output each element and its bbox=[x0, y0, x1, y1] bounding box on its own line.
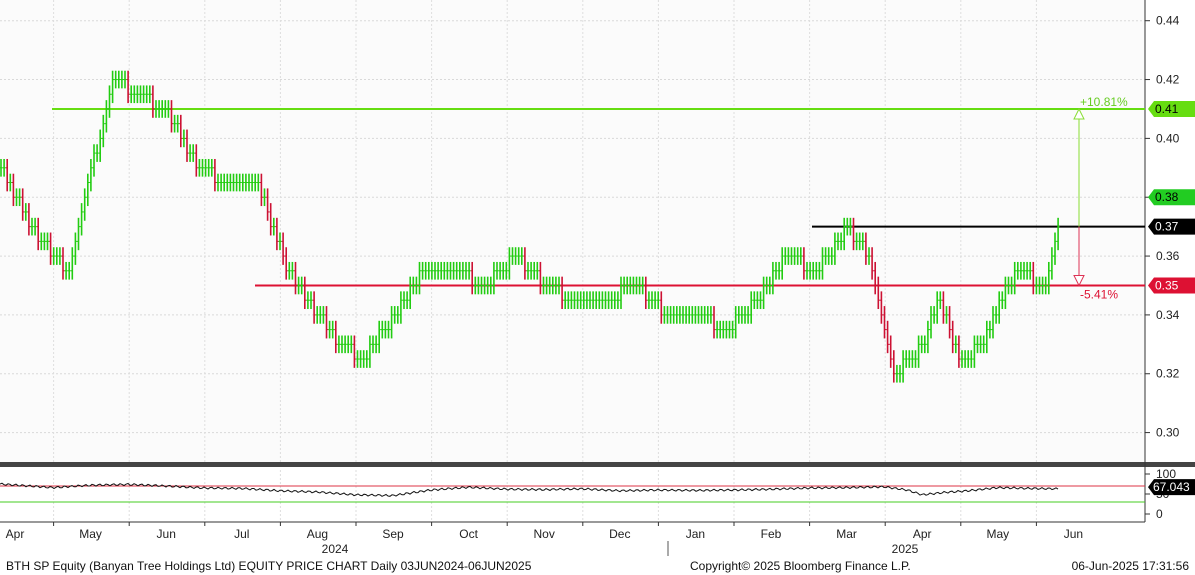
month-tick-label: Dec bbox=[609, 527, 630, 541]
price-tick-label: 0.42 bbox=[1156, 73, 1180, 87]
month-tick-label: Jul bbox=[234, 527, 249, 541]
last-price-tag: 0.38 bbox=[1155, 190, 1179, 204]
price-tick-label: 0.30 bbox=[1156, 426, 1180, 440]
timestamp-text: 06-Jun-2025 17:31:56 bbox=[1072, 559, 1190, 573]
price-tick-label: 0.44 bbox=[1156, 14, 1180, 28]
price-tick-label: 0.40 bbox=[1156, 131, 1180, 145]
price-chart: +10.81% -5.41% 0.44 0.42 0.40 0.38 0.36 0.34 0.… bbox=[0, 0, 1195, 573]
price-tick-label: 0.34 bbox=[1156, 308, 1180, 322]
month-tick-label: Oct bbox=[459, 527, 478, 541]
month-tick-label: Feb bbox=[761, 527, 782, 541]
indicator-background bbox=[0, 470, 1145, 522]
month-tick-label: May bbox=[986, 527, 1009, 541]
month-tick-label: Nov bbox=[534, 527, 555, 541]
chart-footer: BTH SP Equity (Banyan Tree Holdings Ltd)… bbox=[6, 559, 1189, 573]
month-tick-label: Jun bbox=[1064, 527, 1083, 541]
month-tick-label: Apr bbox=[6, 527, 25, 541]
month-tick-label: Aug bbox=[307, 527, 328, 541]
rsi-tick-label: 0 bbox=[1156, 507, 1163, 521]
month-tick-label: Mar bbox=[836, 527, 857, 541]
price-tick-label: 0.36 bbox=[1156, 249, 1180, 263]
month-tick-label: Jan bbox=[686, 527, 705, 541]
month-tick-label: Sep bbox=[382, 527, 404, 541]
copyright-text: Copyright© 2025 Bloomberg Finance L.P. bbox=[690, 559, 911, 573]
downside-pct-label: -5.41% bbox=[1080, 287, 1118, 301]
time-axis: Apr May Jun Jul Aug Sep Oct Nov Dec Jan Feb Mar Apr M… bbox=[6, 522, 1083, 556]
year-label-2025: 2025 bbox=[892, 542, 919, 556]
rsi-tick-label: 100 bbox=[1156, 467, 1176, 481]
plot-background bbox=[0, 0, 1145, 462]
upside-pct-label: +10.81% bbox=[1080, 95, 1128, 109]
month-tick-label: May bbox=[79, 527, 102, 541]
panel-separator bbox=[0, 462, 1195, 467]
level-tag-mid: 0.37 bbox=[1155, 220, 1179, 234]
level-tag-lower: 0.35 bbox=[1155, 278, 1179, 292]
chart-title: BTH SP Equity (Banyan Tree Holdings Ltd)… bbox=[6, 559, 532, 573]
price-tick-label: 0.32 bbox=[1156, 367, 1180, 381]
rsi-last-tag: 67.043 bbox=[1153, 480, 1190, 494]
year-label-2024: 2024 bbox=[322, 542, 349, 556]
month-tick-label: Apr bbox=[913, 527, 932, 541]
level-tag-upper: 0.41 bbox=[1155, 102, 1179, 116]
month-tick-label: Jun bbox=[157, 527, 176, 541]
price-axis: 0.440.420.400.380.360.340.320.300.410.38… bbox=[1145, 14, 1195, 440]
gridlines bbox=[0, 0, 1195, 523]
